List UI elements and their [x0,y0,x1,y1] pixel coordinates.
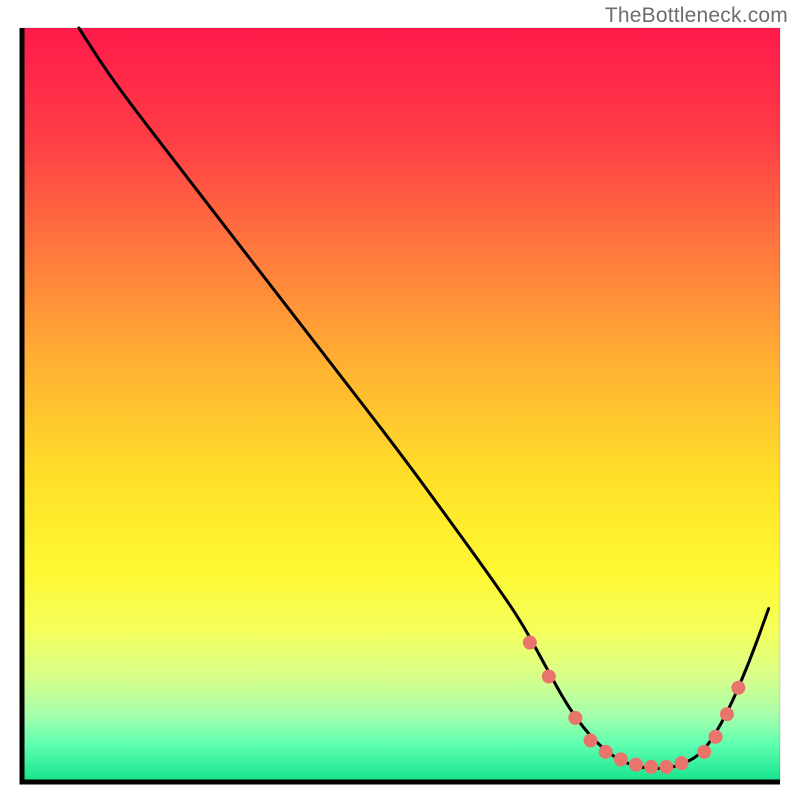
highlight-dot [697,745,711,759]
highlight-dot [731,681,745,695]
highlight-dot [709,730,723,744]
highlight-dot [674,756,688,770]
highlight-dot [720,707,734,721]
highlight-dot [629,758,643,772]
highlight-dot [523,636,537,650]
highlight-dot [584,734,598,748]
watermark-label: TheBottleneck.com [605,4,788,28]
highlight-dot [542,669,556,683]
plot-background [22,28,780,782]
chart-canvas [0,0,800,800]
highlight-dot [568,711,582,725]
bottleneck-chart: TheBottleneck.com [0,0,800,800]
highlight-dot [599,745,613,759]
highlight-dot [644,760,658,774]
highlight-dot [614,752,628,766]
highlight-dot [659,760,673,774]
